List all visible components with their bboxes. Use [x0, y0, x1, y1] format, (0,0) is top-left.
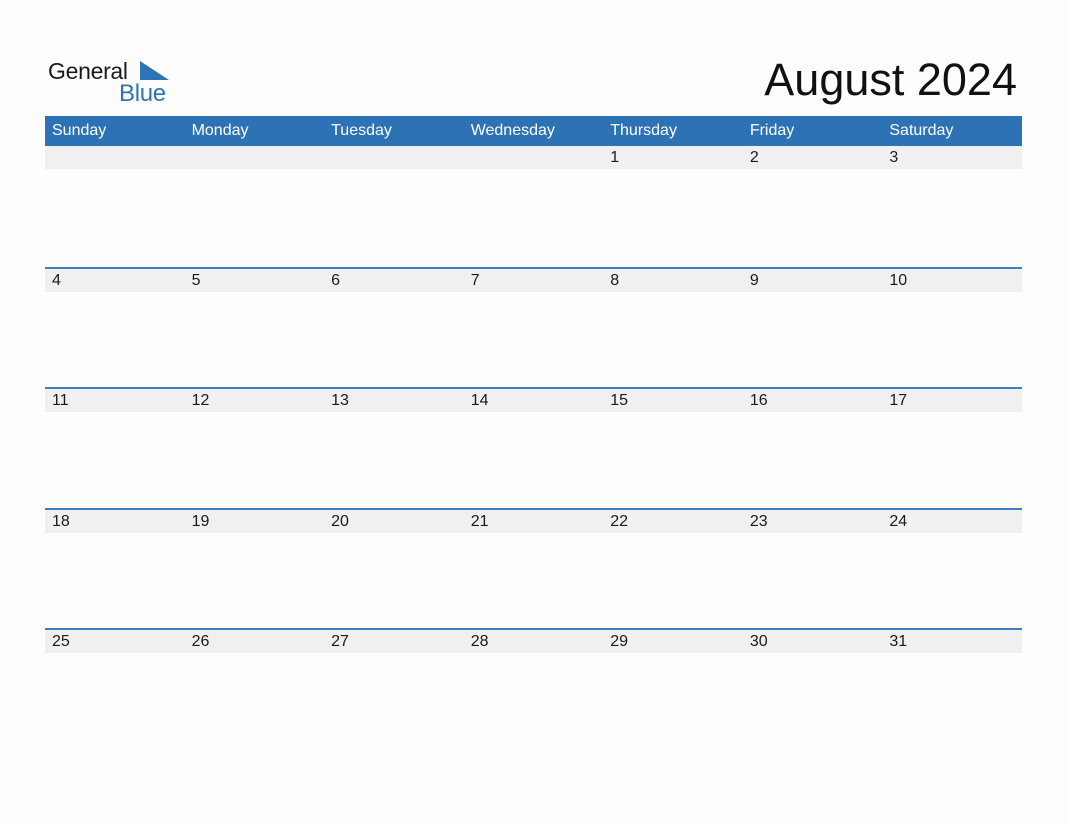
- day-cell[interactable]: [185, 169, 325, 267]
- date-strip: 11 12 13 14 15 16 17: [45, 389, 1022, 412]
- day-number: 31: [889, 633, 908, 650]
- day-cell[interactable]: [185, 412, 325, 508]
- day-number: 23: [749, 512, 768, 530]
- day-cell[interactable]: [45, 533, 185, 629]
- day-number: 13: [331, 392, 349, 409]
- day-cell[interactable]: [743, 412, 883, 508]
- day-cell[interactable]: [603, 292, 743, 388]
- day-cell[interactable]: [324, 653, 464, 749]
- day-number: 9: [749, 271, 759, 289]
- logo-text-general: General: [48, 58, 128, 84]
- day-cell[interactable]: [882, 169, 1022, 267]
- day-number: 11: [52, 392, 69, 409]
- weekday-monday: Monday: [191, 122, 249, 139]
- day-cell[interactable]: [464, 169, 604, 267]
- day-cell[interactable]: [603, 653, 743, 749]
- day-cell[interactable]: [324, 292, 464, 388]
- day-number: 20: [331, 512, 349, 530]
- week-body: [45, 169, 1022, 267]
- week-body: [45, 292, 1022, 388]
- day-number: 30: [749, 633, 768, 650]
- day-cell[interactable]: [45, 412, 185, 508]
- week-row: 11 12 13 14 15 16 17: [45, 387, 1022, 508]
- date-strip: 25 26 27 28 29 30 31: [45, 630, 1022, 653]
- weekday-sunday: Sunday: [52, 122, 107, 139]
- weekday-header: Sunday Monday Tuesday Wednesday Thursday…: [45, 116, 1022, 146]
- date-strip: 18 19 20 21 22 23 24: [45, 509, 1022, 533]
- week-body: [45, 653, 1022, 749]
- day-number: [464, 146, 604, 169]
- week-body: [45, 533, 1022, 629]
- day-cell[interactable]: [743, 653, 883, 749]
- day-number: 25: [52, 633, 70, 650]
- day-cell[interactable]: [882, 292, 1022, 388]
- day-number: [324, 146, 464, 169]
- day-number: 3: [889, 149, 899, 166]
- day-number: 1: [610, 149, 620, 166]
- day-cell[interactable]: [464, 412, 604, 508]
- date-strip: 1 2 3: [45, 146, 1022, 169]
- day-number: 2: [749, 149, 759, 166]
- brand-logo: General Blue: [48, 58, 178, 108]
- day-cell[interactable]: [882, 653, 1022, 749]
- week-row: 4 5 6 7 8 9 10: [45, 266, 1022, 388]
- day-cell[interactable]: [464, 653, 604, 749]
- day-cell[interactable]: [185, 292, 325, 388]
- day-number: 10: [889, 271, 908, 289]
- weekday-tuesday: Tuesday: [331, 122, 392, 139]
- day-cell[interactable]: [743, 169, 883, 267]
- calendar-grid: Sunday Monday Tuesday Wednesday Thursday…: [45, 116, 1022, 749]
- day-number: [45, 146, 185, 169]
- day-cell[interactable]: [603, 412, 743, 508]
- day-cell[interactable]: [882, 533, 1022, 629]
- day-cell[interactable]: [603, 169, 743, 267]
- day-number: 6: [331, 271, 341, 289]
- day-number: 5: [191, 271, 201, 289]
- day-number: 26: [191, 633, 210, 650]
- logo-text-blue: Blue: [119, 80, 166, 107]
- day-number: 4: [52, 271, 61, 289]
- day-number: 15: [610, 392, 629, 409]
- day-number: 24: [889, 512, 908, 530]
- day-cell[interactable]: [324, 169, 464, 267]
- calendar-title: August 2024: [764, 54, 1017, 105]
- day-number: 14: [470, 392, 489, 409]
- weekday-thursday: Thursday: [610, 122, 677, 139]
- day-number: 27: [331, 633, 349, 650]
- day-number: [185, 146, 325, 169]
- day-cell[interactable]: [45, 653, 185, 749]
- day-number: 7: [470, 271, 480, 289]
- day-number: 18: [52, 512, 70, 530]
- day-cell[interactable]: [324, 412, 464, 508]
- day-number: 19: [191, 512, 210, 530]
- day-cell[interactable]: [743, 533, 883, 629]
- day-cell[interactable]: [603, 533, 743, 629]
- day-cell[interactable]: [185, 653, 325, 749]
- day-cell[interactable]: [743, 292, 883, 388]
- week-row: 25 26 27 28 29 30 31: [45, 628, 1022, 749]
- day-number: 16: [749, 392, 768, 409]
- day-number: 8: [610, 271, 620, 289]
- date-strip: 4 5 6 7 8 9 10: [45, 268, 1022, 292]
- logo-triangle-icon: [140, 61, 169, 80]
- day-cell[interactable]: [185, 533, 325, 629]
- day-number: 21: [470, 512, 489, 530]
- day-cell[interactable]: [324, 533, 464, 629]
- day-number: 28: [470, 633, 489, 650]
- day-number: 12: [191, 392, 210, 409]
- day-cell[interactable]: [464, 533, 604, 629]
- weekday-friday: Friday: [749, 122, 795, 139]
- day-cell[interactable]: [464, 292, 604, 388]
- day-cell[interactable]: [882, 412, 1022, 508]
- day-number: 29: [610, 633, 629, 650]
- day-number: 22: [610, 512, 629, 530]
- weekday-wednesday: Wednesday: [470, 122, 555, 139]
- week-row: 18 19 20 21 22 23 24: [45, 507, 1022, 629]
- week-row: 1 2 3: [45, 146, 1022, 267]
- week-body: [45, 412, 1022, 508]
- day-cell[interactable]: [45, 169, 185, 267]
- weekday-saturday: Saturday: [889, 122, 954, 139]
- day-number: 17: [889, 392, 908, 409]
- day-cell[interactable]: [45, 292, 185, 388]
